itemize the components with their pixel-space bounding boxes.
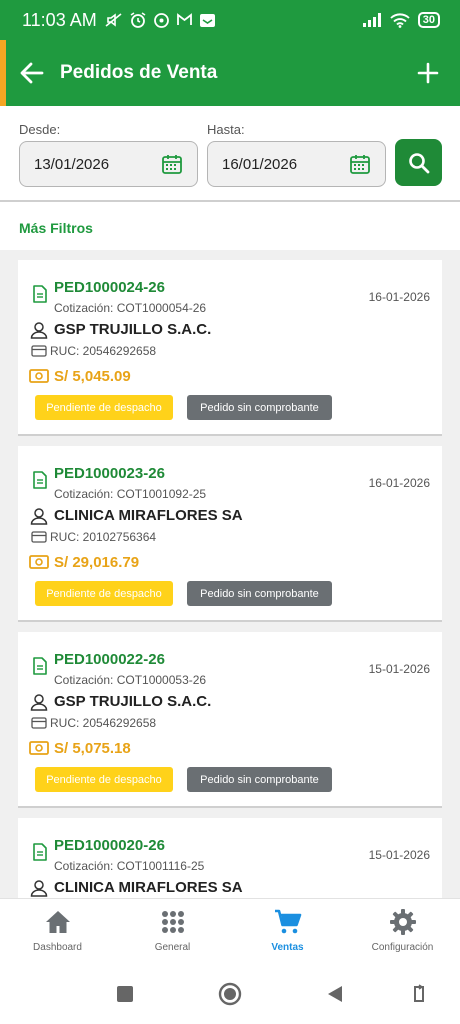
app-bar: Pedidos de Venta xyxy=(0,40,460,106)
client-ruc: RUC: 20546292658 xyxy=(50,716,157,730)
nav-label: Ventas xyxy=(271,942,304,953)
money-icon xyxy=(29,555,49,569)
calendar-icon[interactable] xyxy=(349,153,371,175)
rotate-button[interactable] xyxy=(407,982,431,1006)
hasta-date-value: 16/01/2026 xyxy=(222,155,298,173)
order-amount: S/ 29,016.79 xyxy=(54,554,140,571)
order-code: PED1000020-26 xyxy=(54,837,165,854)
client-name: GSP TRUJILLO S.A.C. xyxy=(54,693,212,710)
hasta-label: Hasta: xyxy=(207,122,245,137)
order-amount: S/ 5,045.09 xyxy=(54,368,131,385)
voucher-badge: Pedido sin comprobante xyxy=(187,767,332,792)
back-button[interactable] xyxy=(18,59,46,87)
document-icon xyxy=(33,285,47,303)
quote-number: Cotización: COT1001092-25 xyxy=(54,487,207,501)
quote-number: Cotización: COT1000054-26 xyxy=(54,301,207,315)
user-icon xyxy=(30,694,48,711)
order-date: 15-01-2026 xyxy=(368,662,430,676)
client-name: CLINICA MIRAFLORES SA xyxy=(54,507,243,524)
user-icon xyxy=(30,880,48,897)
order-date: 15-01-2026 xyxy=(368,848,430,862)
id-card-icon xyxy=(31,717,47,729)
client-name: CLINICA MIRAFLORES SA xyxy=(54,879,243,896)
whatsapp-icon xyxy=(153,12,169,28)
client-name: GSP TRUJILLO S.A.C. xyxy=(54,321,212,338)
order-card[interactable]: PED1000022-26 15-01-2026 Cotización: COT… xyxy=(18,632,442,808)
order-card[interactable]: PED1000023-26 16-01-2026 Cotización: COT… xyxy=(18,446,442,622)
money-icon xyxy=(29,369,49,383)
battery-icon: 30 xyxy=(417,12,440,28)
date-filters: Desde: 13/01/2026 Hasta: 16/01/2026 xyxy=(0,106,460,202)
status-badge: Pendiente de despacho xyxy=(35,767,173,792)
system-navigation-bar xyxy=(0,960,460,1024)
alarm-icon xyxy=(130,12,146,28)
desde-date-field[interactable]: 13/01/2026 xyxy=(19,141,198,187)
document-icon xyxy=(33,657,47,675)
status-badge: Pendiente de despacho xyxy=(35,581,173,606)
page-title: Pedidos de Venta xyxy=(60,62,218,83)
voucher-badge: Pedido sin comprobante xyxy=(187,395,332,420)
app-bar-accent xyxy=(0,40,6,106)
quote-number: Cotización: COT1001116-25 xyxy=(54,859,205,873)
voucher-badge: Pedido sin comprobante xyxy=(187,581,332,606)
grid-icon xyxy=(158,908,188,936)
order-amount: S/ 5,075.18 xyxy=(54,740,131,757)
back-system-button[interactable] xyxy=(323,982,347,1006)
home-button[interactable] xyxy=(218,982,242,1006)
document-icon xyxy=(33,843,47,861)
order-code: PED1000022-26 xyxy=(54,651,165,668)
client-ruc: RUC: 20546292658 xyxy=(50,344,157,358)
recents-button[interactable] xyxy=(113,982,137,1006)
user-icon xyxy=(30,508,48,525)
client-ruc: RUC: 20102756364 xyxy=(50,530,157,544)
cart-icon xyxy=(273,908,303,936)
order-card[interactable]: PED1000020-26 15-01-2026 Cotización: COT… xyxy=(18,818,442,898)
home-icon xyxy=(43,908,73,936)
desde-label: Desde: xyxy=(19,122,61,137)
mail-icon xyxy=(199,13,215,27)
status-bar: 11:03 AM 30 xyxy=(0,0,460,40)
order-list[interactable]: PED1000024-26 16-01-2026 Cotización: COT… xyxy=(0,250,460,898)
plus-icon xyxy=(417,62,439,84)
nav-label: General xyxy=(154,942,191,953)
id-card-icon xyxy=(31,531,47,543)
order-code: PED1000024-26 xyxy=(54,279,165,296)
status-time: 11:03 AM xyxy=(22,9,97,30)
user-icon xyxy=(30,322,48,339)
search-icon xyxy=(408,152,429,173)
calendar-icon[interactable] xyxy=(161,153,183,175)
document-icon xyxy=(33,471,47,489)
more-filters-link[interactable]: Más Filtros xyxy=(19,220,93,236)
id-card-icon xyxy=(31,345,47,357)
status-badge: Pendiente de despacho xyxy=(35,395,173,420)
order-date: 16-01-2026 xyxy=(368,476,430,490)
money-icon xyxy=(29,741,49,755)
nav-general[interactable]: General xyxy=(115,899,230,960)
nav-label: Configuración xyxy=(371,942,434,953)
circle-icon xyxy=(218,982,242,1006)
mute-icon xyxy=(105,13,122,27)
gear-icon xyxy=(388,908,418,936)
order-card[interactable]: PED1000024-26 16-01-2026 Cotización: COT… xyxy=(18,260,442,436)
nav-dashboard[interactable]: Dashboard xyxy=(0,899,115,960)
bottom-navigation: Dashboard General Ventas Configuración xyxy=(0,898,460,960)
triangle-back-icon xyxy=(328,986,342,1002)
order-date: 16-01-2026 xyxy=(368,290,430,304)
gmail-icon xyxy=(176,13,192,25)
add-order-button[interactable] xyxy=(412,57,444,89)
nav-ventas[interactable]: Ventas xyxy=(230,899,345,960)
arrow-left-icon xyxy=(20,62,44,84)
search-button[interactable] xyxy=(395,139,442,186)
nav-configuracion[interactable]: Configuración xyxy=(345,899,460,960)
desde-date-value: 13/01/2026 xyxy=(34,155,110,173)
order-code: PED1000023-26 xyxy=(54,465,165,482)
nav-label: Dashboard xyxy=(33,942,82,953)
wifi-icon xyxy=(390,13,410,28)
quote-number: Cotización: COT1000053-26 xyxy=(54,673,207,687)
hasta-date-field[interactable]: 16/01/2026 xyxy=(207,141,386,187)
signal-icon xyxy=(362,13,381,27)
square-icon xyxy=(117,986,133,1002)
rotate-icon xyxy=(414,984,424,1002)
